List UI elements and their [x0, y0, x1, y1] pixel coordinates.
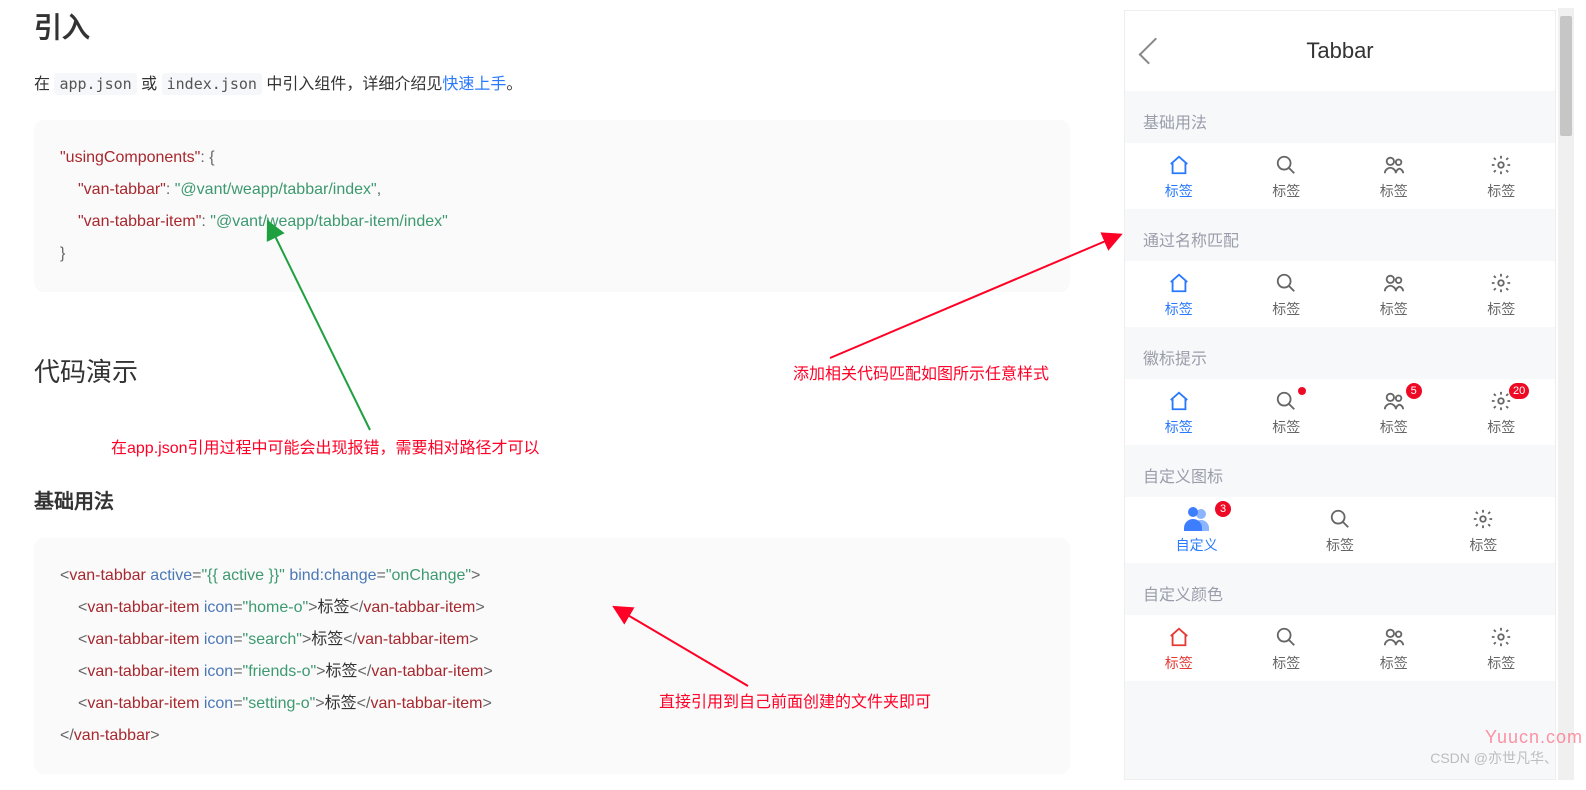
- gear-icon: [1489, 271, 1513, 295]
- tab-search[interactable]: 标签: [1233, 261, 1341, 327]
- section-name-match: 通过名称匹配: [1125, 209, 1555, 261]
- code-index-json: index.json: [162, 73, 262, 95]
- annotation-path-error: 在app.json引用过程中可能会出现报错，需要相对路径才可以: [111, 434, 540, 458]
- badge-20: 20: [1509, 383, 1529, 399]
- friends-icon: [1382, 625, 1406, 649]
- annotation-add-code: 添加相关代码匹配如图所示任意样式: [793, 360, 1049, 384]
- badge-3: 3: [1215, 501, 1231, 517]
- tab-search[interactable]: 标签: [1233, 615, 1341, 681]
- search-icon: [1274, 271, 1298, 295]
- search-icon: [1328, 507, 1352, 531]
- tab-setting[interactable]: 标签: [1448, 261, 1556, 327]
- tab-search[interactable]: 标签: [1233, 143, 1341, 209]
- tab-home[interactable]: 标签: [1125, 379, 1233, 445]
- mobile-preview: Tabbar 基础用法 标签 标签 标签 标签 通过名称匹配 标签 标签 标签 …: [1124, 10, 1556, 780]
- gear-icon: [1471, 507, 1495, 531]
- scrollbar-thumb[interactable]: [1560, 16, 1572, 136]
- tab-search[interactable]: 标签: [1233, 379, 1341, 445]
- section-custom-icon: 自定义图标: [1125, 445, 1555, 497]
- tab-search[interactable]: 标签: [1268, 497, 1411, 563]
- section-badge: 徽标提示: [1125, 327, 1555, 379]
- preview-title: Tabbar: [1125, 38, 1555, 64]
- search-icon: [1274, 625, 1298, 649]
- home-icon: [1167, 271, 1191, 295]
- badge-5: 5: [1406, 383, 1422, 399]
- heading-import: 引入: [34, 6, 1070, 46]
- wxml-code-block: <van-tabbar active="{{ active }}" bind:c…: [34, 538, 1070, 774]
- friends-icon: [1382, 389, 1406, 413]
- tab-setting[interactable]: 20标签: [1448, 379, 1556, 445]
- preview-header: Tabbar: [1125, 11, 1555, 91]
- scrollbar-track[interactable]: [1558, 8, 1574, 780]
- documentation-column: 引入 在 app.json 或 index.json 中引入组件，详细介绍见快速…: [0, 0, 1090, 774]
- quick-start-link[interactable]: 快速上手: [442, 76, 506, 93]
- search-icon: [1274, 389, 1298, 413]
- tab-friends[interactable]: 标签: [1340, 143, 1448, 209]
- tabbar-custom-color: 标签 标签 标签 标签: [1125, 615, 1555, 681]
- home-icon: [1167, 153, 1191, 177]
- tabbar-badge: 标签 标签 5标签 20标签: [1125, 379, 1555, 445]
- annotation-folder: 直接引用到自己前面创建的文件夹即可: [659, 688, 931, 712]
- tab-home[interactable]: 标签: [1125, 615, 1233, 681]
- friends-icon: [1382, 271, 1406, 295]
- tabbar-basic: 标签 标签 标签 标签: [1125, 143, 1555, 209]
- section-custom-color: 自定义颜色: [1125, 563, 1555, 615]
- tab-setting[interactable]: 标签: [1448, 615, 1556, 681]
- badge-dot: [1298, 387, 1306, 395]
- tab-home[interactable]: 标签: [1125, 261, 1233, 327]
- tab-custom[interactable]: 3 自定义: [1125, 497, 1268, 563]
- search-icon: [1274, 153, 1298, 177]
- tabbar-name-match: 标签 标签 标签 标签: [1125, 261, 1555, 327]
- section-basic: 基础用法: [1125, 91, 1555, 143]
- custom-people-icon: [1184, 507, 1210, 531]
- home-icon: [1167, 389, 1191, 413]
- tab-friends[interactable]: 5标签: [1340, 379, 1448, 445]
- tab-friends[interactable]: 标签: [1340, 615, 1448, 681]
- gear-icon: [1489, 625, 1513, 649]
- tabbar-custom-icon: 3 自定义 标签 标签: [1125, 497, 1555, 563]
- friends-icon: [1382, 153, 1406, 177]
- gear-icon: [1489, 153, 1513, 177]
- code-app-json: app.json: [54, 73, 136, 95]
- tab-home[interactable]: 标签: [1125, 143, 1233, 209]
- heading-basic-usage: 基础用法: [34, 485, 1070, 514]
- json-code-block: "usingComponents": { "van-tabbar": "@van…: [34, 120, 1070, 292]
- watermark-csdn: CSDN @亦世凡华、: [1430, 748, 1558, 768]
- watermark-yuucn: Yuucn.com: [1485, 727, 1583, 748]
- tab-friends[interactable]: 标签: [1340, 261, 1448, 327]
- home-icon: [1167, 625, 1191, 649]
- tab-setting[interactable]: 标签: [1412, 497, 1555, 563]
- intro-paragraph: 在 app.json 或 index.json 中引入组件，详细介绍见快速上手。: [34, 70, 1070, 94]
- tab-setting[interactable]: 标签: [1448, 143, 1556, 209]
